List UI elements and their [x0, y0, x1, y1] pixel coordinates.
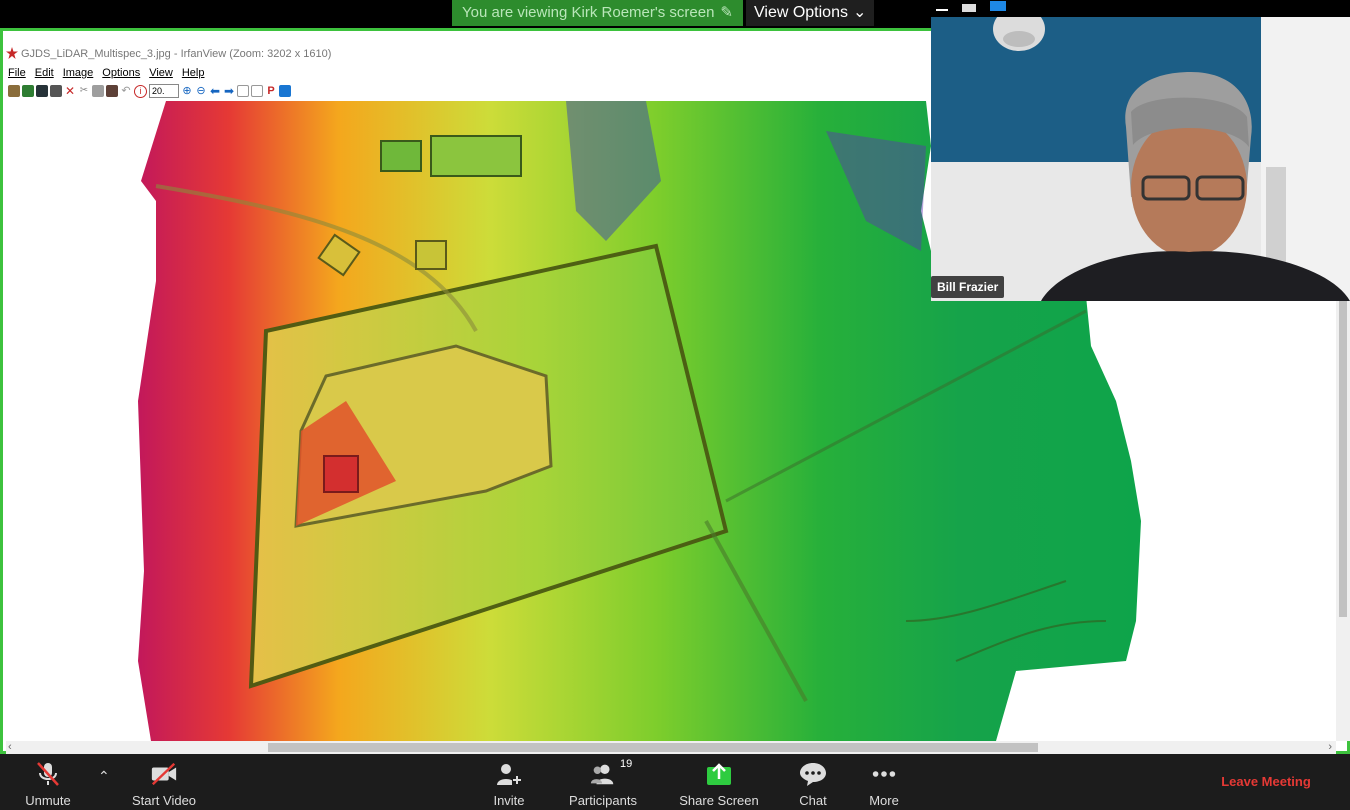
scroll-right-icon[interactable]: ›	[1328, 741, 1332, 754]
view-options-label: View Options	[754, 4, 848, 21]
participants-count: 19	[620, 758, 633, 770]
save-icon[interactable]	[36, 85, 48, 97]
share-screen-button[interactable]: Share Screen	[678, 754, 760, 810]
zoom-out-icon[interactable]: ⊖	[195, 85, 207, 97]
slideshow-icon[interactable]	[22, 85, 34, 97]
video-off-icon	[150, 761, 178, 787]
menu-view[interactable]: View	[149, 65, 173, 81]
first-icon[interactable]	[237, 85, 249, 97]
audio-options-chevron-icon[interactable]: ⌃	[98, 768, 110, 785]
delete-icon[interactable]: ✕	[64, 85, 76, 97]
vertical-scrollbar[interactable]	[1336, 301, 1350, 741]
irfanview-app-icon	[6, 47, 18, 59]
viewing-banner: You are viewing Kirk Roemer's screen ✎ V…	[452, 0, 875, 26]
window-controls	[936, 0, 1006, 12]
horizontal-scrollbar[interactable]: ‹ ›	[6, 741, 1336, 754]
red-square	[323, 455, 359, 493]
window-title: GJDS_LiDAR_Multispec_3.jpg - IrfanView (…	[21, 48, 332, 60]
share-screen-label: Share Screen	[679, 793, 759, 808]
menu-image[interactable]: Image	[63, 65, 94, 81]
undo-icon[interactable]: ↶	[120, 85, 132, 97]
open-icon[interactable]	[8, 85, 20, 97]
viewing-message: You are viewing Kirk Roemer's screen ✎	[452, 0, 743, 26]
building-3	[415, 240, 447, 270]
participant-name-tag: Bill Frazier	[931, 276, 1005, 298]
video-frame	[931, 17, 1350, 301]
unmute-label: Unmute	[25, 793, 71, 808]
share-screen-icon	[705, 761, 733, 787]
previous-icon[interactable]: ⬅	[209, 85, 221, 97]
more-dots-icon	[870, 761, 898, 787]
last-icon[interactable]	[251, 85, 263, 97]
participant-video[interactable]	[931, 17, 1350, 301]
chat-icon	[799, 761, 827, 787]
irfanview-titlebar: GJDS_LiDAR_Multispec_3.jpg - IrfanView (…	[6, 44, 936, 64]
minimize-icon[interactable]	[936, 9, 948, 11]
leave-meeting-button[interactable]: Leave Meeting	[1210, 768, 1322, 796]
cut-icon[interactable]: ✂	[78, 85, 90, 97]
chevron-down-icon: ⌄	[852, 4, 867, 21]
print-icon[interactable]	[50, 85, 62, 97]
settings-icon[interactable]	[279, 85, 291, 97]
menu-file[interactable]: File	[8, 65, 26, 81]
annotate-icon[interactable]: ✎	[720, 0, 733, 26]
invite-label: Invite	[493, 793, 525, 808]
menu-help[interactable]: Help	[182, 65, 205, 81]
building-2	[430, 135, 522, 177]
start-video-label: Start Video	[131, 793, 197, 808]
more-label: More	[869, 793, 899, 808]
zoom-select[interactable]: 20.	[149, 84, 179, 98]
fullscreen-icon[interactable]	[990, 1, 1006, 11]
viewing-text: You are viewing Kirk Roemer's screen	[462, 4, 715, 21]
irfanview-toolbar: ✕ ✂ ↶ i 20. ⊕ ⊖ ⬅ ➡ P	[6, 82, 938, 100]
horizontal-scroll-thumb[interactable]	[268, 743, 1038, 752]
chat-label: Chat	[799, 793, 827, 808]
participants-icon	[589, 761, 617, 787]
paint-icon[interactable]: P	[265, 85, 277, 97]
invite-icon	[495, 761, 523, 787]
building-1	[380, 140, 422, 172]
start-video-button[interactable]: Start Video	[128, 754, 200, 810]
menu-edit[interactable]: Edit	[35, 65, 54, 81]
irfanview-menubar: File Edit Image Options View Help	[6, 65, 938, 81]
unmute-button[interactable]: Unmute	[18, 754, 78, 810]
scroll-left-icon[interactable]: ‹	[8, 741, 12, 754]
info-icon[interactable]: i	[134, 84, 147, 98]
zoom-in-icon[interactable]: ⊕	[181, 85, 193, 97]
participants-label: Participants	[569, 793, 637, 808]
invite-button[interactable]: Invite	[486, 754, 532, 810]
vertical-scroll-thumb[interactable]	[1339, 301, 1347, 617]
muted-microphone-icon	[34, 761, 62, 787]
chat-button[interactable]: Chat	[793, 754, 833, 810]
copy-icon[interactable]	[92, 85, 104, 97]
meeting-controls: Unmute ⌃ Start Video Invite Participants…	[0, 754, 1350, 810]
next-icon[interactable]: ➡	[223, 85, 235, 97]
menu-options[interactable]: Options	[102, 65, 140, 81]
view-options-button[interactable]: View Options ⌄	[746, 0, 875, 26]
paste-icon[interactable]	[106, 85, 118, 97]
more-button[interactable]: More	[864, 754, 904, 810]
restore-icon[interactable]	[962, 4, 976, 12]
